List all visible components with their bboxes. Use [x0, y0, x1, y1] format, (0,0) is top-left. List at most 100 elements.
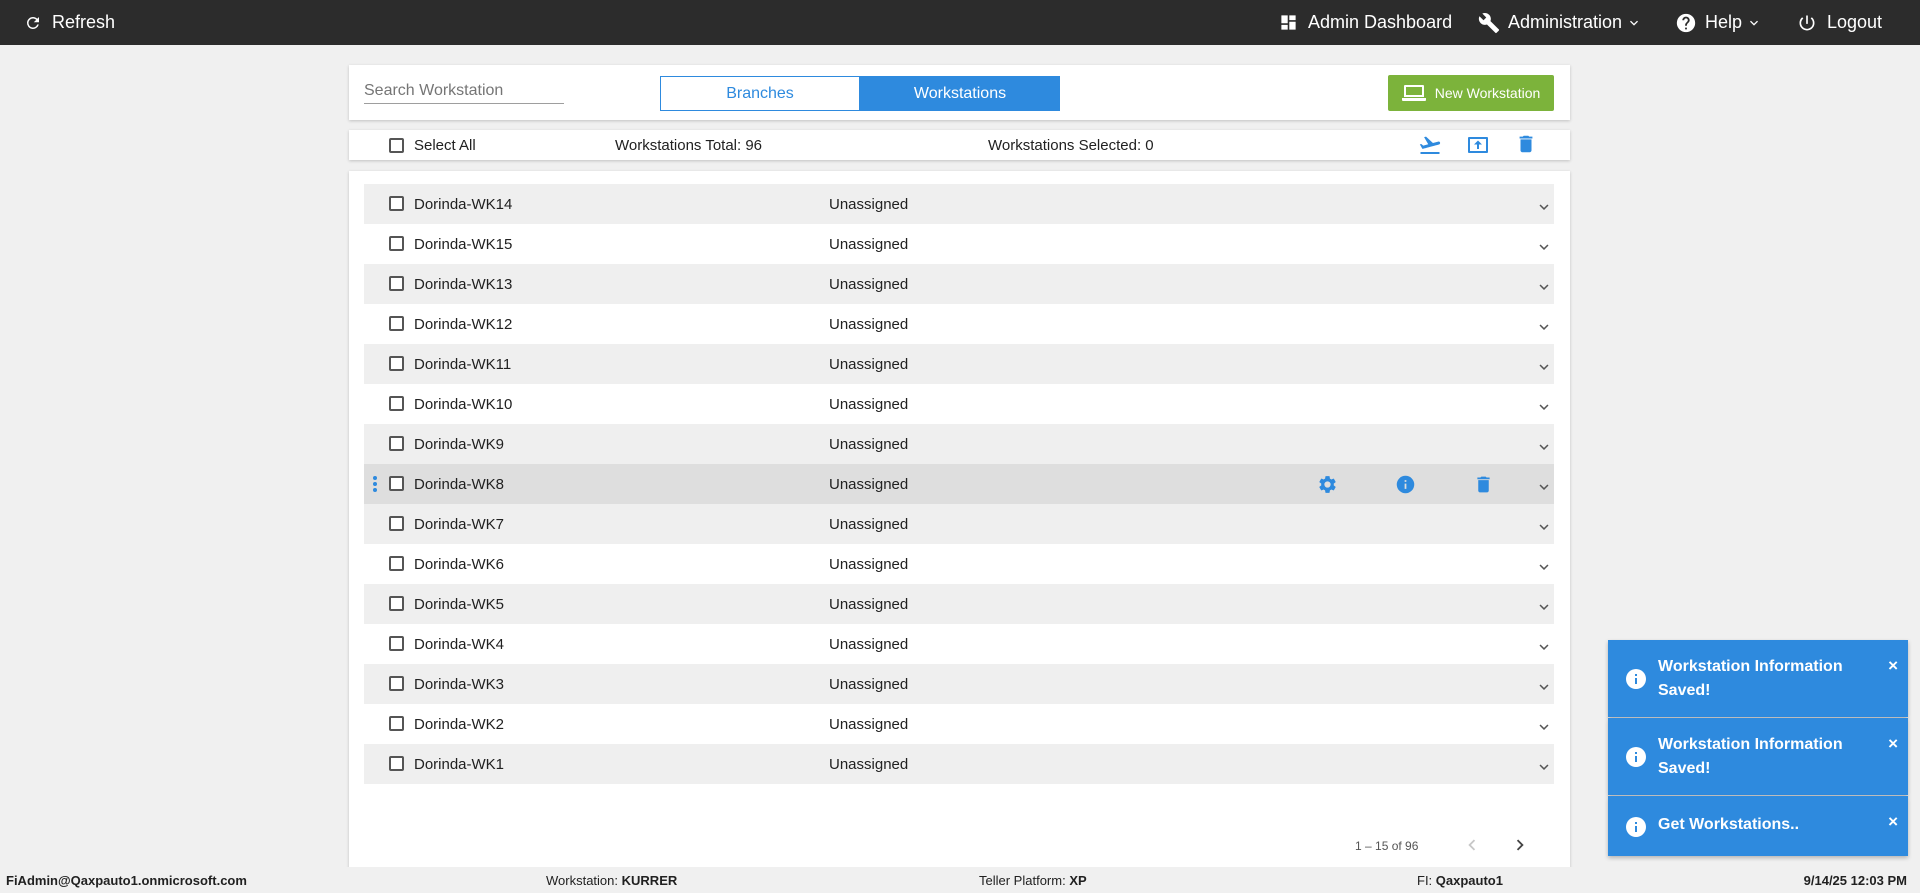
- delete-selected-button[interactable]: [1515, 133, 1537, 159]
- expand-chevron-icon[interactable]: [1535, 598, 1553, 620]
- info-icon: [1624, 745, 1648, 774]
- workstation-name: Dorinda-WK12: [414, 316, 513, 333]
- expand-chevron-icon[interactable]: [1535, 478, 1553, 500]
- row-checkbox[interactable]: [389, 556, 404, 571]
- upload-button[interactable]: [1466, 133, 1490, 161]
- toast-close-button[interactable]: ×: [1888, 735, 1898, 752]
- row-checkbox[interactable]: [389, 596, 404, 611]
- select-all-checkbox[interactable]: [389, 138, 404, 153]
- workstation-list: Dorinda-WK14 Unassigned Dorinda-WK15 Unassi…: [349, 171, 1570, 871]
- next-page-button[interactable]: [1509, 834, 1531, 861]
- wrench-icon: [1478, 12, 1500, 33]
- header-card: Branches Workstations New Workstation: [349, 65, 1570, 120]
- workstation-assignment: Unassigned: [829, 436, 909, 453]
- admin-dashboard-link[interactable]: Admin Dashboard: [1279, 0, 1452, 45]
- power-icon: [1799, 15, 1815, 30]
- row-checkbox[interactable]: [389, 716, 404, 731]
- row-checkbox[interactable]: [389, 316, 404, 331]
- expand-chevron-icon[interactable]: [1535, 718, 1553, 740]
- table-row[interactable]: Dorinda-WK14 Unassigned: [364, 184, 1554, 224]
- refresh-button[interactable]: Refresh: [24, 0, 115, 45]
- previous-page-button[interactable]: [1461, 834, 1483, 861]
- row-checkbox[interactable]: [389, 636, 404, 651]
- help-menu[interactable]: Help: [1675, 0, 1762, 45]
- new-workstation-button[interactable]: New Workstation: [1388, 75, 1554, 111]
- row-checkbox[interactable]: [389, 196, 404, 211]
- workstation-assignment: Unassigned: [829, 196, 909, 213]
- administration-menu[interactable]: Administration: [1478, 0, 1642, 45]
- status-fi-value: Qaxpauto1: [1435, 873, 1503, 888]
- workstations-selected: Workstations Selected: 0: [988, 137, 1154, 154]
- row-checkbox[interactable]: [389, 436, 404, 451]
- table-row[interactable]: Dorinda-WK8 Unassigned: [364, 464, 1554, 504]
- transfer-button[interactable]: [1418, 133, 1442, 161]
- workstation-name: Dorinda-WK3: [414, 676, 505, 693]
- info-icon: [1624, 815, 1648, 844]
- table-row[interactable]: Dorinda-WK4 Unassigned: [364, 624, 1554, 664]
- workstation-name: Dorinda-WK9: [414, 436, 505, 453]
- workstation-rows: Dorinda-WK14 Unassigned Dorinda-WK15 Unassi…: [364, 184, 1554, 784]
- select-all[interactable]: Select All: [389, 137, 476, 154]
- toast-notification: Get Workstations.. ×: [1608, 796, 1908, 856]
- logout-button[interactable]: Logout: [1797, 0, 1882, 45]
- status-bar: FiAdmin@Qaxpauto1.onmicrosoft.com Workst…: [0, 867, 1920, 893]
- select-all-label: Select All: [414, 137, 476, 154]
- info-button[interactable]: [1395, 474, 1416, 499]
- workstation-name: Dorinda-WK4: [414, 636, 505, 653]
- expand-chevron-icon[interactable]: [1535, 758, 1553, 780]
- row-checkbox[interactable]: [389, 396, 404, 411]
- expand-chevron-icon[interactable]: [1535, 318, 1553, 340]
- chevron-left-icon: [1468, 839, 1476, 851]
- workstation-assignment: Unassigned: [829, 276, 909, 293]
- row-checkbox[interactable]: [389, 356, 404, 371]
- status-platform: Teller Platform: XP: [979, 873, 1087, 888]
- delete-row-button[interactable]: [1473, 474, 1494, 499]
- expand-chevron-icon[interactable]: [1535, 438, 1553, 460]
- expand-chevron-icon[interactable]: [1535, 238, 1553, 260]
- drag-handle-icon[interactable]: [372, 475, 378, 497]
- table-row[interactable]: Dorinda-WK2 Unassigned: [364, 704, 1554, 744]
- table-row[interactable]: Dorinda-WK1 Unassigned: [364, 744, 1554, 784]
- tab-branches[interactable]: Branches: [660, 76, 860, 111]
- table-row[interactable]: Dorinda-WK12 Unassigned: [364, 304, 1554, 344]
- expand-chevron-icon[interactable]: [1535, 278, 1553, 300]
- row-checkbox[interactable]: [389, 236, 404, 251]
- row-checkbox[interactable]: [389, 756, 404, 771]
- status-workstation: Workstation: KURRER: [546, 873, 677, 888]
- administration-label: Administration: [1508, 12, 1623, 32]
- workstation-assignment: Unassigned: [829, 596, 909, 613]
- expand-chevron-icon[interactable]: [1535, 638, 1553, 660]
- toast-close-button[interactable]: ×: [1888, 813, 1898, 830]
- settings-button[interactable]: [1317, 474, 1338, 499]
- table-row[interactable]: Dorinda-WK9 Unassigned: [364, 424, 1554, 464]
- table-row[interactable]: Dorinda-WK5 Unassigned: [364, 584, 1554, 624]
- table-row[interactable]: Dorinda-WK7 Unassigned: [364, 504, 1554, 544]
- row-checkbox[interactable]: [389, 276, 404, 291]
- toast-message: Workstation Information Saved!: [1658, 658, 1843, 699]
- toast-close-button[interactable]: ×: [1888, 657, 1898, 674]
- expand-chevron-icon[interactable]: [1535, 558, 1553, 580]
- expand-chevron-icon[interactable]: [1535, 198, 1553, 220]
- workstation-name: Dorinda-WK6: [414, 556, 505, 573]
- trash-icon: [1477, 476, 1490, 493]
- table-row[interactable]: Dorinda-WK10 Unassigned: [364, 384, 1554, 424]
- search-input[interactable]: [364, 78, 564, 104]
- row-checkbox[interactable]: [389, 516, 404, 531]
- laptop-icon: [1401, 85, 1426, 101]
- table-row[interactable]: Dorinda-WK13 Unassigned: [364, 264, 1554, 304]
- expand-chevron-icon[interactable]: [1535, 358, 1553, 380]
- chevron-down-icon: [1630, 20, 1639, 26]
- expand-chevron-icon[interactable]: [1535, 678, 1553, 700]
- tab-workstations[interactable]: Workstations: [860, 76, 1060, 111]
- table-row[interactable]: Dorinda-WK6 Unassigned: [364, 544, 1554, 584]
- workstation-name: Dorinda-WK15: [414, 236, 513, 253]
- row-checkbox[interactable]: [389, 676, 404, 691]
- table-row[interactable]: Dorinda-WK15 Unassigned: [364, 224, 1554, 264]
- chevron-down-icon: [1750, 20, 1759, 26]
- expand-chevron-icon[interactable]: [1535, 518, 1553, 540]
- row-checkbox[interactable]: [389, 476, 404, 491]
- dashboard-icon: [1281, 15, 1296, 30]
- expand-chevron-icon[interactable]: [1535, 398, 1553, 420]
- table-row[interactable]: Dorinda-WK11 Unassigned: [364, 344, 1554, 384]
- table-row[interactable]: Dorinda-WK3 Unassigned: [364, 664, 1554, 704]
